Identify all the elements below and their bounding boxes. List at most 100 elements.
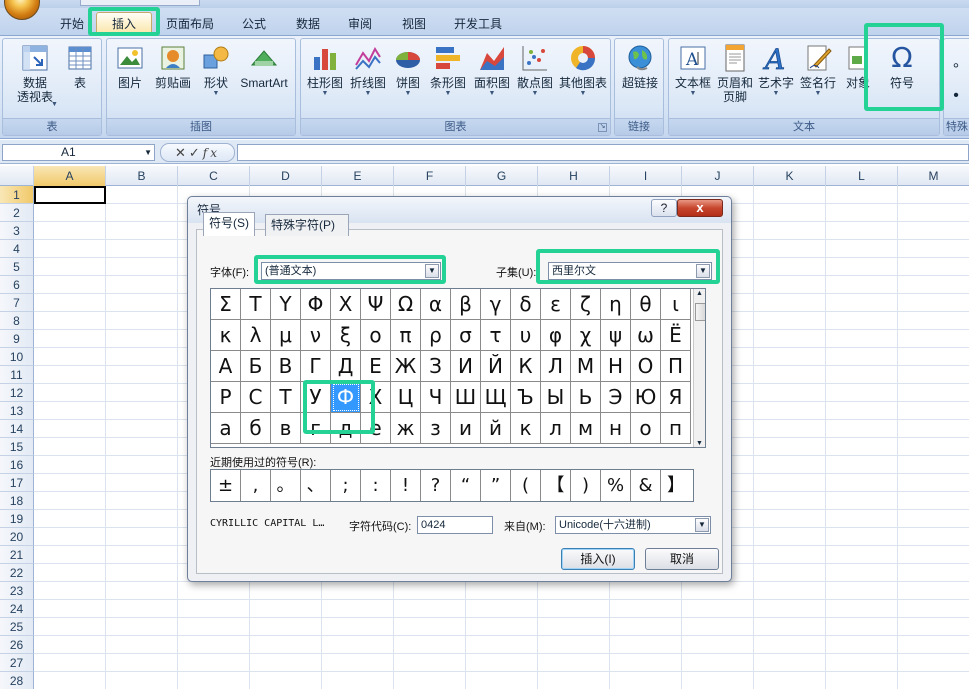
symbol-cell[interactable]: α [421,289,451,320]
symbol-cell[interactable]: Г [301,351,331,382]
column-header[interactable]: J [682,166,754,186]
row-header[interactable]: 23 [0,582,34,600]
symbol-cell[interactable]: М [571,351,601,382]
symbol-cell[interactable]: к [511,413,541,444]
symbol-cell[interactable]: Э [601,382,631,413]
symbol-cell[interactable]: А [211,351,241,382]
symbol-cell[interactable]: ж [391,413,421,444]
row-header[interactable]: 24 [0,600,34,618]
row-header[interactable]: 11 [0,366,34,384]
hyperlink-button[interactable]: 超链接 [618,43,662,90]
symbol-cell[interactable]: χ [571,320,601,351]
symbol-cell[interactable]: Υ [271,289,301,320]
recent-symbol-cell[interactable]: ” [481,470,511,501]
column-header[interactable]: A [34,166,106,186]
symbol-cell[interactable]: υ [511,320,541,351]
row-header[interactable]: 1 [0,186,34,204]
function-icon[interactable]: fx [203,146,220,160]
recent-symbol-cell[interactable]: 】 [661,470,691,501]
symbol-grid[interactable]: ΣΤΥΦΧΨΩαβγδεζηθι κλμνξοπρστυφχψωЁ АБВГДЕЖЗ… [210,288,706,448]
symbol-cell[interactable]: Φ [301,289,331,320]
from-select[interactable]: Unicode(十六进制) ▼ [555,516,711,534]
recent-symbol-cell[interactable]: 【 [541,470,571,501]
wordart-button[interactable]: A 艺术字 ▼ [755,43,797,98]
symbol-cell[interactable]: И [451,351,481,382]
symbol-cell[interactable]: Ъ [511,382,541,413]
pie-chart-button[interactable]: 饼图 ▼ [391,43,425,98]
scatter-chart-button[interactable]: 散点图 ▼ [514,43,556,98]
row-header[interactable]: 8 [0,312,34,330]
symbol-cell[interactable]: Л [541,351,571,382]
column-chart-button[interactable]: 柱形图 ▼ [304,43,346,98]
column-header[interactable]: H [538,166,610,186]
column-header[interactable]: M [898,166,969,186]
symbol-cell[interactable]: Я [661,382,691,413]
symbol-cell[interactable]: Н [601,351,631,382]
active-cell[interactable] [34,186,106,204]
column-header[interactable]: F [394,166,466,186]
symbol-cell[interactable]: Ц [391,382,421,413]
recent-symbol-cell[interactable]: ? [421,470,451,501]
symbol-cell[interactable]: Ё [661,320,691,351]
recent-symbol-cell[interactable]: ! [391,470,421,501]
recent-symbol-cell[interactable]: , [241,470,271,501]
symbol-cell[interactable]: ζ [571,289,601,320]
quick-access-toolbar[interactable] [80,0,200,6]
select-all-corner[interactable] [0,166,34,186]
cancel-x-icon[interactable]: ✕ [175,145,189,160]
recent-symbol-cell[interactable]: ; [331,470,361,501]
symbol-cell[interactable]: Σ [211,289,241,320]
symbol-cell[interactable]: Τ [241,289,271,320]
row-header[interactable]: 14 [0,420,34,438]
symbol-cell[interactable]: С [241,382,271,413]
symbol-cell[interactable]: н [601,413,631,444]
symbol-cell[interactable]: π [391,320,421,351]
symbol-cell[interactable]: Р [211,382,241,413]
dialog-launcher-icon[interactable]: ↘ [598,123,607,132]
tab-symbols[interactable]: 符号(S) [203,212,255,236]
row-header[interactable]: 9 [0,330,34,348]
symbol-cell[interactable]: Ь [571,382,601,413]
symbol-cell[interactable]: ψ [601,320,631,351]
row-header[interactable]: 17 [0,474,34,492]
recent-symbol-cell[interactable]: & [631,470,661,501]
char-code-input[interactable]: 0424 [417,516,493,534]
symbol-cell[interactable]: Е [361,351,391,382]
symbol-cell[interactable]: Ω [391,289,421,320]
tab-developer[interactable]: 开发工具 [446,13,510,35]
symbol-cell[interactable]: Ы [541,382,571,413]
check-icon[interactable]: ✓ [189,145,203,160]
symbol-cell[interactable]: φ [541,320,571,351]
bar-chart-button[interactable]: 条形图 ▼ [427,43,469,98]
symbol-cell[interactable]: Б [241,351,271,382]
formula-buttons[interactable]: ✕✓fx [160,143,235,162]
symbol-cell[interactable]: П [661,351,691,382]
symbol-cell[interactable]: Ψ [361,289,391,320]
symbol-cell[interactable]: ρ [421,320,451,351]
column-header[interactable]: C [178,166,250,186]
symbol-cell[interactable]: η [601,289,631,320]
symbol-cell[interactable]: Щ [481,382,511,413]
symbol-cell[interactable]: σ [451,320,481,351]
row-header[interactable]: 10 [0,348,34,366]
tab-data[interactable]: 数据 [286,13,330,35]
symbol-cell[interactable]: Χ [331,289,361,320]
symbol-cell[interactable]: К [511,351,541,382]
chevron-down-icon[interactable]: ▼ [144,145,152,160]
other-charts-button[interactable]: 其他图表 ▼ [557,43,609,98]
symbol-cell[interactable]: О [631,351,661,382]
line-chart-button[interactable]: 折线图 ▼ [347,43,389,98]
tab-review[interactable]: 审阅 [338,13,382,35]
symbol-cell[interactable]: Т [271,382,301,413]
name-box[interactable]: A1 ▼ [2,144,155,161]
column-header[interactable]: D [250,166,322,186]
pivot-table-button[interactable]: 数据 透视表 ▼ [7,43,63,108]
area-chart-button[interactable]: 面积图 ▼ [471,43,513,98]
symbol-cell[interactable]: З [421,351,451,382]
symbol-cell[interactable]: ν [301,320,331,351]
row-header[interactable]: 4 [0,240,34,258]
cancel-button[interactable]: 取消 [645,548,719,570]
recent-symbol-cell[interactable]: % [601,470,631,501]
row-header[interactable]: 22 [0,564,34,582]
symbol-cell[interactable]: Ч [421,382,451,413]
